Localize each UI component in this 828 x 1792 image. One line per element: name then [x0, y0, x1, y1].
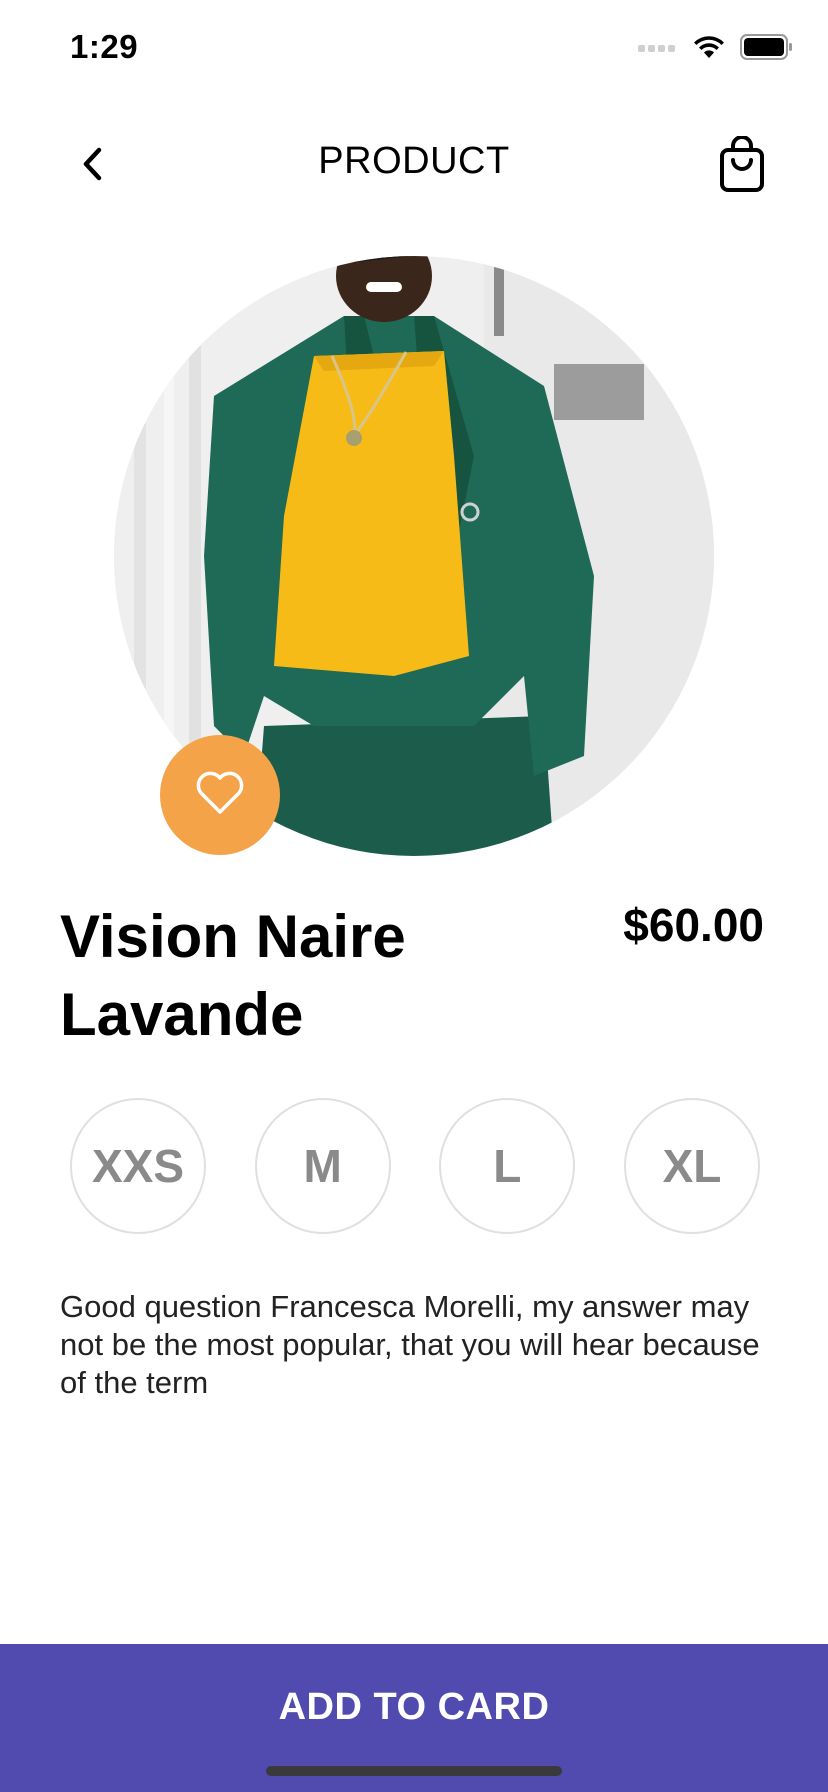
status-time: 1:29	[70, 28, 139, 65]
cellular-signal-icon	[638, 41, 678, 59]
home-indicator	[266, 1766, 562, 1776]
status-icons	[638, 34, 794, 65]
cart-button[interactable]	[718, 135, 770, 196]
favorite-button[interactable]	[160, 735, 280, 855]
page-title: PRODUCT	[318, 140, 510, 182]
heart-icon	[194, 770, 246, 821]
size-option-l[interactable]: L	[439, 1098, 576, 1234]
product-description: Good question Francesca Morelli, my answ…	[60, 1289, 760, 1400]
product-name: Vision Naire Lavande	[60, 903, 406, 1048]
size-selector: XXS M L XL	[70, 1098, 760, 1234]
size-option-xl[interactable]: XL	[623, 1098, 760, 1234]
wifi-icon	[692, 34, 726, 65]
size-option-xxs[interactable]: XXS	[70, 1098, 206, 1234]
product-price: $60.00	[623, 899, 764, 951]
shopping-bag-icon	[718, 135, 770, 200]
add-to-cart-label: ADD TO CARD	[278, 1686, 550, 1728]
battery-icon	[740, 34, 794, 65]
size-option-m[interactable]: M	[254, 1098, 391, 1234]
